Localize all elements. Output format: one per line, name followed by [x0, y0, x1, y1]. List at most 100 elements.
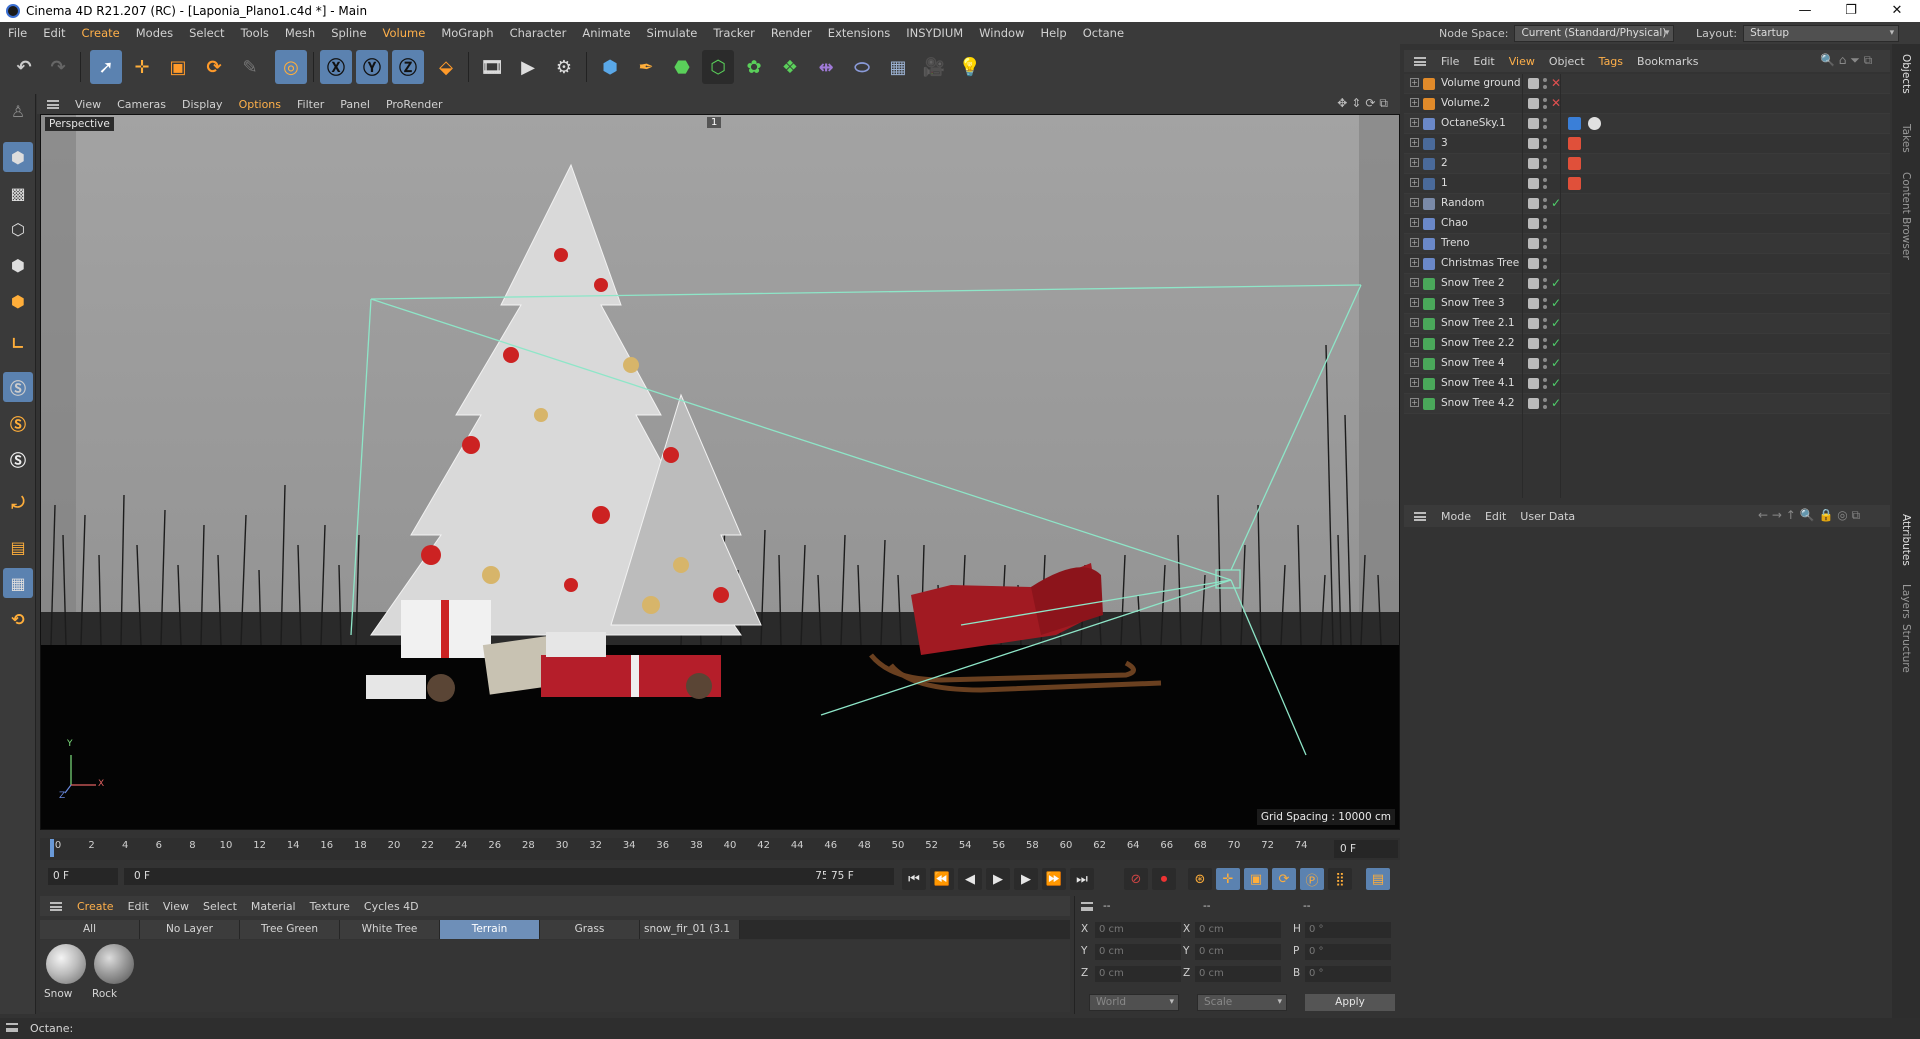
object-row[interactable]: + Snow Tree 2.1 ✓ [1404, 314, 1890, 334]
record-active-icon[interactable]: ⊘ [1124, 868, 1148, 890]
layer-check-icon[interactable] [1528, 158, 1539, 169]
material-swatch[interactable]: Snow [44, 944, 88, 1006]
target-icon[interactable]: ◎ [1837, 508, 1847, 522]
coord-field-y[interactable]: 0 cm [1095, 944, 1181, 960]
expand-toggle[interactable]: + [1410, 198, 1419, 207]
material-tab-terrain[interactable]: Terrain [440, 920, 540, 939]
viewport-menu-display[interactable]: Display [174, 98, 231, 111]
editor-visibility-dot[interactable] [1543, 238, 1547, 242]
layer-check-icon[interactable] [1528, 138, 1539, 149]
render-visibility-dot[interactable] [1543, 225, 1547, 229]
polygons-mode-icon[interactable]: ⬢ [3, 286, 33, 316]
menu-create[interactable]: Create [74, 22, 128, 44]
editor-visibility-dot[interactable] [1543, 338, 1547, 342]
viewport-menu-icon[interactable] [47, 99, 59, 109]
tweak-mode-icon[interactable]: ⤾ [3, 488, 33, 518]
menu-help[interactable]: Help [1033, 22, 1075, 44]
object-row[interactable]: + OctaneSky.1 [1404, 114, 1890, 134]
pen-spline-icon[interactable]: ✒ [630, 50, 662, 84]
parameter-key-icon[interactable]: Ⓟ [1300, 868, 1324, 890]
render-visibility-dot[interactable] [1543, 285, 1547, 289]
object-tag-icon[interactable] [1568, 177, 1581, 190]
next-key-icon[interactable]: ⏩ [1042, 868, 1066, 890]
layer-check-icon[interactable] [1528, 298, 1539, 309]
pan-icon[interactable]: ✥ [1337, 96, 1351, 110]
editor-visibility-dot[interactable] [1543, 318, 1547, 322]
layer-check-icon[interactable] [1528, 258, 1539, 269]
coord-field-y[interactable]: 0 cm [1195, 944, 1281, 960]
object-row[interactable]: + Snow Tree 4.2 ✓ [1404, 394, 1890, 414]
layer-check-icon[interactable] [1528, 98, 1539, 109]
editor-visibility-dot[interactable] [1543, 98, 1547, 102]
object-row[interactable]: +1 [1404, 174, 1890, 194]
editor-visibility-dot[interactable] [1543, 198, 1547, 202]
z-axis-lock-icon[interactable]: Ⓩ [392, 50, 424, 84]
field-icon[interactable]: ⬭ [846, 50, 878, 84]
expand-toggle[interactable]: + [1410, 278, 1419, 287]
object-row[interactable]: + Chao [1404, 214, 1890, 234]
material-tab-snow-fir-01-3-1-m[interactable]: snow_fir_01 (3.1 m) [640, 920, 740, 954]
node-space-dropdown[interactable]: Current (Standard/Physical) [1514, 25, 1675, 42]
viewport-menu-panel[interactable]: Panel [332, 98, 378, 111]
back-arrow-icon[interactable]: ← [1758, 508, 1768, 522]
expand-toggle[interactable]: + [1410, 218, 1419, 227]
render-visibility-dot[interactable] [1543, 265, 1547, 269]
new-window-icon[interactable]: ⧉ [1852, 508, 1861, 522]
menu-select[interactable]: Select [181, 22, 232, 44]
render-visibility-dot[interactable] [1543, 145, 1547, 149]
menu-extensions[interactable]: Extensions [820, 22, 898, 44]
home-icon[interactable]: ⌂ [1839, 53, 1847, 67]
rotation-key-icon[interactable]: ⟳ [1272, 868, 1296, 890]
expand-toggle[interactable]: + [1410, 118, 1419, 127]
viewport-menu-options[interactable]: Options [231, 98, 289, 111]
layer-check-icon[interactable] [1528, 178, 1539, 189]
layer-check-icon[interactable] [1528, 378, 1539, 389]
expand-toggle[interactable]: + [1410, 358, 1419, 367]
forward-arrow-icon[interactable]: → [1772, 508, 1782, 522]
select-tool-icon[interactable]: ➚ [90, 50, 122, 84]
playhead-marker[interactable] [50, 839, 54, 857]
lock-icon[interactable]: 🔒 [1818, 508, 1833, 522]
menu-file[interactable]: File [0, 22, 35, 44]
axis-mode-icon[interactable]: ∟ [3, 328, 33, 358]
zoom-icon[interactable]: ⇕ [1351, 96, 1365, 110]
start-frame-field[interactable]: 0 F [48, 868, 118, 885]
deformer-icon[interactable]: ⇹ [810, 50, 842, 84]
menu-window[interactable]: Window [971, 22, 1032, 44]
material-menu-select[interactable]: Select [196, 900, 244, 913]
render-visibility-dot[interactable] [1543, 365, 1547, 369]
menu-insydium[interactable]: INSYDIUM [898, 22, 971, 44]
camera-icon[interactable]: 🎥 [918, 50, 950, 84]
coord-field-h[interactable]: 0 ° [1305, 922, 1391, 938]
object-menu-file[interactable]: File [1434, 55, 1466, 68]
menu-animate[interactable]: Animate [574, 22, 638, 44]
editor-visibility-dot[interactable] [1543, 398, 1547, 402]
play-icon[interactable]: ▶ [986, 868, 1010, 890]
expand-toggle[interactable]: + [1410, 238, 1419, 247]
layer-check-icon[interactable] [1528, 278, 1539, 289]
material-tab-grass[interactable]: Grass [540, 920, 640, 939]
points-mode-icon[interactable]: ⬡ [3, 214, 33, 244]
edges-mode-icon[interactable]: ⬢ [3, 250, 33, 280]
dock-tab-takes[interactable]: Takes [1900, 124, 1912, 153]
attributes-menu-mode[interactable]: Mode [1434, 510, 1478, 523]
scale-tool-icon[interactable]: ▣ [162, 50, 194, 84]
coord-field-p[interactable]: 0 ° [1305, 944, 1391, 960]
coord-field-b[interactable]: 0 ° [1305, 966, 1391, 982]
orbit-icon[interactable]: ⟳ [1365, 96, 1379, 110]
coord-mode-dropdown[interactable]: World [1089, 994, 1179, 1011]
undo-icon[interactable]: ↶ [8, 50, 40, 84]
layer-check-icon[interactable] [1528, 198, 1539, 209]
minimize-button[interactable]: — [1782, 0, 1828, 22]
layer-check-icon[interactable] [1528, 78, 1539, 89]
menu-edit[interactable]: Edit [35, 22, 73, 44]
editor-visibility-dot[interactable] [1543, 258, 1547, 262]
position-key-icon[interactable]: ✛ [1216, 868, 1240, 890]
render-visibility-dot[interactable] [1543, 125, 1547, 129]
object-row[interactable]: + Snow Tree 2.2 ✓ [1404, 334, 1890, 354]
editor-visibility-dot[interactable] [1543, 158, 1547, 162]
render-visibility-dot[interactable] [1543, 205, 1547, 209]
editor-visibility-dot[interactable] [1543, 178, 1547, 182]
coordinates-menu-icon[interactable] [1081, 902, 1093, 911]
point-level-key-icon[interactable]: ⣿ [1328, 868, 1352, 890]
